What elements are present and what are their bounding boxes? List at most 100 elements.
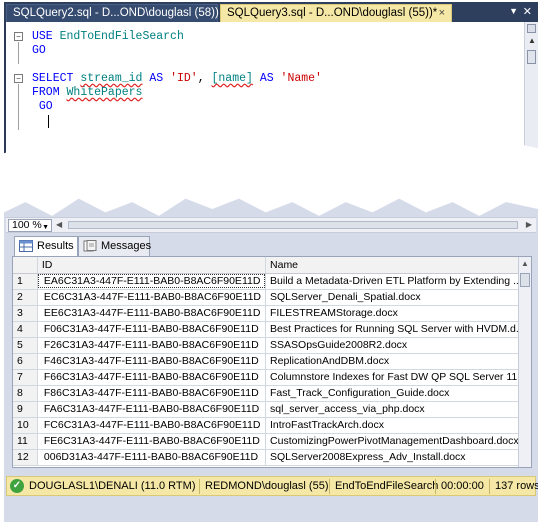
scroll-up-icon[interactable]: ▲ (528, 36, 536, 45)
row-number[interactable]: 12 (13, 449, 38, 466)
scroll-thumb[interactable] (520, 273, 530, 287)
collapse-icon[interactable]: − (14, 32, 23, 41)
chevron-down-icon: ▼ (42, 224, 49, 231)
tab-results[interactable]: Results (14, 236, 78, 256)
name-cell[interactable]: SQLServer_Denali_Spatial.docx (265, 289, 531, 306)
grid-icon (19, 240, 33, 252)
row-number[interactable]: 4 (13, 321, 38, 338)
column-header-name[interactable]: Name (265, 257, 531, 274)
status-divider (199, 479, 200, 494)
name-cell[interactable]: SSASOpsGuide2008R2.docx (265, 337, 531, 354)
name-cell[interactable]: sql_server_access_via_php.docx (265, 401, 531, 418)
tab-sqlquery2[interactable]: SQLQuery2.sql - D...OND\douglasl (58)) (6, 4, 219, 22)
table-row[interactable]: 8 F86C31A3-447F-E111-BAB0-B8AC6F90E11D Fas… (13, 385, 531, 402)
identifier: EndToEndFileSearch (59, 30, 184, 43)
table-row[interactable]: 9 FA6C31A3-447F-E111-BAB0-B8AC6F90E11D sql… (13, 401, 531, 418)
status-divider (435, 479, 436, 494)
row-number[interactable]: 5 (13, 337, 38, 354)
split-icon[interactable] (527, 24, 536, 33)
table-row[interactable]: 4 F06C31A3-447F-E111-BAB0-B8AC6F90E11D Bes… (13, 321, 531, 338)
code-line: SELECT stream_id AS 'ID', [name] AS 'Nam… (32, 72, 322, 86)
keyword: GO (32, 44, 46, 57)
status-elapsed: 00:00:00 (441, 480, 484, 492)
results-grid[interactable]: ID Name 1 EA6C31A3-447F-E111-BAB0-B8AC6F9… (12, 256, 532, 468)
row-number[interactable]: 3 (13, 305, 38, 322)
row-number[interactable]: 7 (13, 369, 38, 386)
row-number[interactable]: 6 (13, 353, 38, 370)
string-literal: 'ID' (170, 72, 198, 85)
identifier: WhitePapers (66, 86, 143, 99)
keyword: AS (259, 72, 274, 85)
row-number[interactable]: 11 (13, 433, 38, 450)
name-cell[interactable]: IntroFastTrackArch.docx (265, 417, 531, 434)
grid-scrollbar[interactable]: ▲ (518, 257, 531, 467)
id-cell[interactable]: F86C31A3-447F-E111-BAB0-B8AC6F90E11D (37, 385, 267, 402)
table-row[interactable]: 12 006D31A3-447F-E111-BAB0-B8AC6F90E11D SQ… (13, 449, 531, 466)
row-number[interactable]: 9 (13, 401, 38, 418)
zoom-value: 100 % (12, 219, 42, 231)
scroll-right-icon[interactable]: ▶ (526, 220, 532, 229)
table-row[interactable]: 7 F66C31A3-447F-E111-BAB0-B8AC6F90E11D Col… (13, 369, 531, 386)
scroll-left-icon[interactable]: ◀ (56, 220, 62, 229)
name-cell[interactable]: Columnstore Indexes for Fast DW QP SQL S… (265, 369, 531, 386)
status-bar: ✓ DOUGLASL1\DENALI (11.0 RTM) REDMOND\do… (6, 476, 538, 496)
editor-scrollbar[interactable]: ▲ (524, 22, 538, 157)
tab-sqlquery3[interactable]: SQLQuery3.sql - D...OND\douglasl (55))* … (220, 4, 452, 22)
scroll-up-icon[interactable]: ▲ (521, 259, 529, 268)
id-cell[interactable]: 006D31A3-447F-E111-BAB0-B8AC6F90E11D (37, 449, 267, 466)
column-header-id[interactable]: ID (37, 257, 267, 274)
row-number[interactable]: 8 (13, 385, 38, 402)
column-header-rownum[interactable] (13, 257, 38, 274)
table-row[interactable]: 6 F46C31A3-447F-E111-BAB0-B8AC6F90E11D Rep… (13, 353, 531, 370)
editor-frame: SQLQuery2.sql - D...OND\douglasl (58)) S… (4, 2, 538, 157)
tab-label: SQLQuery3.sql - D...OND\douglasl (55))* (227, 7, 438, 19)
keyword: USE (32, 30, 53, 43)
code-line: GO (32, 100, 53, 114)
close-icon[interactable]: × (439, 7, 445, 19)
id-cell[interactable]: F66C31A3-447F-E111-BAB0-B8AC6F90E11D (37, 369, 267, 386)
name-cell[interactable]: FILESTREAMStorage.docx (265, 305, 531, 322)
collapse-icon[interactable]: − (14, 74, 23, 83)
zoom-dropdown[interactable]: 100 % ▼ (8, 219, 52, 232)
table-row[interactable]: 11 FE6C31A3-447F-E111-BAB0-B8AC6F90E11D Cu… (13, 433, 531, 450)
table-row[interactable]: 2 EC6C31A3-447F-E111-BAB0-B8AC6F90E11D SQL… (13, 289, 531, 306)
id-cell[interactable]: EC6C31A3-447F-E111-BAB0-B8AC6F90E11D (37, 289, 267, 306)
document-tabstrip: SQLQuery2.sql - D...OND\douglasl (58)) S… (4, 2, 538, 22)
table-row[interactable]: 10 FC6C31A3-447F-E111-BAB0-B8AC6F90E11D In… (13, 417, 531, 434)
id-cell[interactable]: FE6C31A3-447F-E111-BAB0-B8AC6F90E11D (37, 433, 267, 450)
status-row-count: 137 rows (495, 480, 540, 492)
row-number[interactable]: 1 (13, 273, 38, 290)
chevron-down-icon[interactable]: ▼ (509, 6, 518, 16)
window-close-icon[interactable]: ✕ (523, 5, 532, 18)
id-cell[interactable]: F06C31A3-447F-E111-BAB0-B8AC6F90E11D (37, 321, 267, 338)
table-row[interactable]: 3 EE6C31A3-447F-E111-BAB0-B8AC6F90E11D FIL… (13, 305, 531, 322)
table-row[interactable]: 1 EA6C31A3-447F-E111-BAB0-B8AC6F90E11D Bui… (13, 273, 531, 290)
name-cell[interactable]: ReplicationAndDBM.docx (265, 353, 531, 370)
name-cell[interactable]: CustomizingPowerPivotManagementDashboard… (265, 433, 531, 450)
table-row[interactable]: 5 F26C31A3-447F-E111-BAB0-B8AC6F90E11D SSA… (13, 337, 531, 354)
tab-messages[interactable]: Messages (78, 236, 151, 256)
results-tabstrip: Results Messages (6, 234, 536, 256)
name-cell[interactable]: Fast_Track_Configuration_Guide.docx (265, 385, 531, 402)
scroll-thumb[interactable] (527, 50, 536, 64)
id-cell[interactable]: EE6C31A3-447F-E111-BAB0-B8AC6F90E11D (37, 305, 267, 322)
name-cell[interactable]: Best Practices for Running SQL Server wi… (265, 321, 531, 338)
results-table: ID Name 1 EA6C31A3-447F-E111-BAB0-B8AC6F9… (13, 257, 531, 466)
row-number[interactable]: 2 (13, 289, 38, 306)
name-cell[interactable]: SQLServer2008Express_Adv_Install.docx (265, 449, 531, 466)
id-cell[interactable]: FC6C31A3-447F-E111-BAB0-B8AC6F90E11D (37, 417, 267, 434)
status-divider (329, 479, 330, 494)
id-cell[interactable]: F26C31A3-447F-E111-BAB0-B8AC6F90E11D (37, 337, 267, 354)
keyword: FROM (32, 86, 60, 99)
id-cell[interactable]: FA6C31A3-447F-E111-BAB0-B8AC6F90E11D (37, 401, 267, 418)
horizontal-scroll-thumb[interactable] (68, 221, 518, 229)
id-cell[interactable]: F46C31A3-447F-E111-BAB0-B8AC6F90E11D (37, 353, 267, 370)
tab-label: SQLQuery2.sql - D...OND\douglasl (58)) (13, 7, 219, 19)
id-cell[interactable]: EA6C31A3-447F-E111-BAB0-B8AC6F90E11D (37, 273, 267, 290)
row-number[interactable]: 10 (13, 417, 38, 434)
text-caret (48, 115, 49, 128)
separator: , (197, 72, 205, 85)
name-cell[interactable]: Build a Metadata-Driven ETL Platform by … (265, 273, 531, 290)
code-editor[interactable]: − − USE EndToEndFileSearch GO SELECT str… (6, 22, 524, 157)
outline-line (18, 84, 19, 130)
